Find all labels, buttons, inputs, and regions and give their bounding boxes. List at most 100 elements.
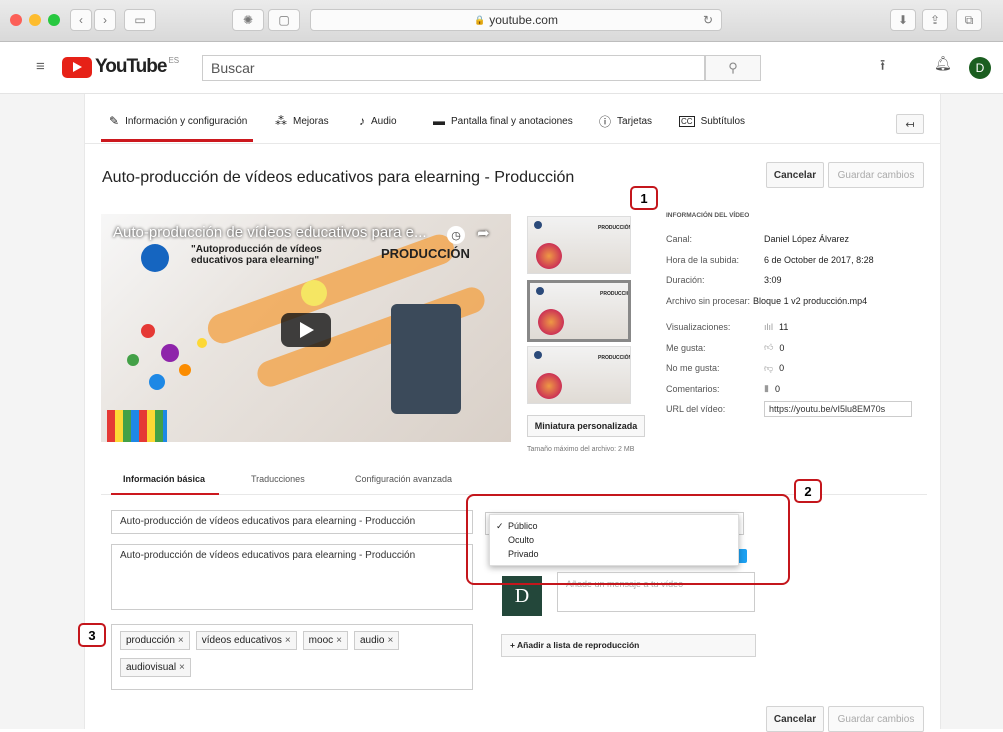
tab-subtitles[interactable]: CC Subtítulos [679,114,745,128]
reload-icon[interactable]: ↻ [703,13,713,27]
upload-icon[interactable]: ⭱ [880,55,885,80]
tags-field[interactable]: producción × vídeos educativos × mooc × audio ×… [111,624,473,690]
tab-translations[interactable]: Traducciones [251,474,305,484]
tab-cards[interactable]: ⓘ Tarjetas [599,114,652,129]
info-label: Duración: [666,275,705,286]
globe-icon [536,287,544,295]
back-icon[interactable]: ‹ [70,9,92,31]
info-row: Comentarios: ▮ 0 [666,379,926,400]
info-value: 0 [779,363,785,374]
description-field[interactable]: Auto-producción de vídeos educativos par… [111,544,473,610]
info-value: 6 de October de 2017, 8:28 [764,254,874,265]
video-player[interactable]: Auto-producción de vídeos educativos par… [101,214,511,442]
zoom-window-button[interactable] [48,14,60,26]
extension-icon[interactable]: ✺ [232,9,264,31]
close-window-button[interactable] [10,14,22,26]
thumbnail-text: PRODUCCIÓN [598,225,631,231]
annotation-badge-1: 1 [630,186,658,210]
minimize-window-button[interactable] [29,14,41,26]
sidebar-icon[interactable]: ▭ [124,9,156,31]
tab-info[interactable]: ✎ Información y configuración [109,114,247,128]
video-url-field[interactable]: https://youtu.be/vI5lu8EM70s [764,401,912,418]
magic-wand-icon: ⁂ [275,114,287,128]
info-label: No me gusta: [666,363,720,374]
tag-chip: audiovisual × [120,658,191,677]
cancel-button-bottom[interactable]: Cancelar [766,706,824,732]
forward-icon[interactable]: › [94,9,116,31]
info-row: No me gusta: 👎︎ 0 [666,358,926,379]
info-row: Canal: Daniel López Álvarez [666,229,926,250]
info-value: 3:09 [764,275,782,286]
decor-dot [179,364,191,376]
avatar[interactable]: D [969,57,991,79]
decor-dot [141,324,155,338]
menu-icon[interactable]: ≡ [36,58,45,75]
url-text: youtube.com [489,13,558,27]
thumbnail-text: PRODUCCIÓN [600,291,631,297]
tag-chip: producción × [120,631,190,650]
info-row: Duración: 3:09 [666,270,926,291]
tag-chip: audio × [353,631,400,650]
clock-icon[interactable]: ◷ [447,226,465,244]
tab-label: Información y configuración [125,115,248,127]
info-row: URL del vídeo: https://youtu.be/vI5lu8EM7… [666,399,926,420]
add-to-playlist-button[interactable]: + Añadir a lista de reproducción [501,634,756,657]
save-changes-button[interactable]: Guardar cambios [828,162,924,188]
thumbnail-1[interactable]: PRODUCCIÓN [527,216,631,274]
download-icon[interactable]: ⬇ [890,9,916,31]
tab-enhancements[interactable]: ⁂ Mejoras [275,114,329,128]
info-label: Hora de la subida: [666,254,740,265]
color-bars [107,410,167,442]
youtube-header: ≡ YouTube ES Buscar ⚲ ⭱ 🔔︎ D [0,42,1003,94]
cancel-button[interactable]: Cancelar [766,162,824,188]
back-arrow-button[interactable]: ↤ [896,114,924,134]
safari-toolbar: ‹ › ▭ ✺ ▢ 🔒 youtube.com ↻ ⬇ ⇪ ⧉ [0,0,1003,42]
decor-dot [534,371,564,401]
title-field[interactable]: Auto-producción de vídeos educativos par… [111,510,473,534]
tab-advanced-settings[interactable]: Configuración avanzada [355,474,452,484]
decor-dot [197,338,207,348]
bell-icon[interactable]: 🔔︎ [934,55,952,72]
remove-tag-icon[interactable]: × [387,635,393,646]
share-arrow-icon[interactable]: ➦ [477,224,490,242]
thumbnail-3[interactable]: PRODUCCIÓN [527,346,631,404]
annotation-box-2 [466,494,790,585]
pencil-icon: ✎ [109,114,120,128]
tab-end-screen[interactable]: ▬ Pantalla final y anotaciones [433,114,573,128]
video-tag: PRODUCCIÓN [381,246,470,261]
share-icon[interactable]: ⇪ [922,9,948,31]
thumbs-up-icon: 👍︎ [764,342,774,353]
search-icon[interactable]: ⚲ [705,55,761,81]
tag-label: mooc [308,635,334,646]
globe-icon [141,244,169,272]
remove-tag-icon[interactable]: × [178,635,184,646]
save-changes-button-bottom[interactable]: Guardar cambios [828,706,924,732]
play-button-icon[interactable] [281,313,331,347]
thumbnail-text: PRODUCCIÓN [598,355,631,361]
video-info-panel: INFORMACIÓN DEL VÍDEO Canal: Daniel López… [666,212,926,420]
info-icon: ⓘ [599,114,612,129]
tab-basic-info[interactable]: Información básica [123,474,205,484]
address-bar[interactable]: 🔒 youtube.com ↻ [310,9,722,31]
cameraman-figure [391,304,461,414]
play-logo-icon [62,56,92,78]
region-label: ES [168,56,180,65]
custom-thumbnail-button[interactable]: Miniatura personalizada [527,415,645,437]
reader-icon[interactable]: ▢ [268,9,300,31]
remove-tag-icon[interactable]: × [336,635,342,646]
youtube-logo[interactable]: YouTube ES [62,56,179,78]
globe-icon [534,351,542,359]
search-input[interactable]: Buscar [202,55,705,81]
annotation-badge-2: 2 [794,479,822,503]
remove-tag-icon[interactable]: × [179,662,185,673]
remove-tag-icon[interactable]: × [285,635,291,646]
decor-dot [127,354,139,366]
thumbnail-2-selected[interactable]: PRODUCCIÓN [527,280,631,342]
tab-audio[interactable]: ♪ Audio [359,114,397,128]
page-title: Auto-producción de vídeos educativos par… [102,169,575,186]
tab-label: Subtítulos [700,115,746,127]
info-row: Visualizaciones: ılıl 11 [666,317,926,338]
active-tab-indicator [101,139,253,142]
tab-label: Mejoras [293,115,329,127]
tabs-icon[interactable]: ⧉ [956,9,982,31]
